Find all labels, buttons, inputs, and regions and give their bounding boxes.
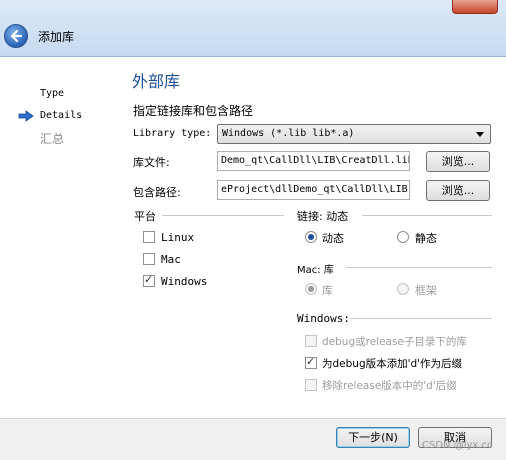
library-type-select[interactable]: Windows (*.lib lib*.a) [217, 124, 491, 144]
windows-group-title: Windows: [297, 312, 350, 325]
library-type-label: Library type: [133, 128, 212, 139]
library-file-input[interactable]: Demo_qt\CallDll\LIB\CreatDll.lib [217, 151, 410, 171]
platform-mac-checkbox[interactable] [143, 253, 155, 265]
close-button[interactable] [452, 0, 498, 14]
chevron-down-icon [476, 132, 484, 137]
linking-static-radio[interactable] [397, 231, 409, 243]
mac-library-label: 库 [322, 284, 333, 297]
mac-group-title: Mac: 库 [297, 265, 334, 276]
mac-framework-radio[interactable] [397, 283, 409, 295]
library-file-browse-button[interactable]: 浏览... [426, 151, 490, 172]
include-path-input[interactable]: eProject\dllDemo_qt\CallDll\LIB [217, 180, 410, 200]
platform-mac-label: Mac [161, 253, 181, 266]
library-file-label: 库文件: [133, 156, 170, 169]
windows-subdir-label: debug或release子目录下的库 [322, 336, 467, 348]
mac-divider [346, 267, 492, 268]
windows-remove-suffix-label: 移除release版本中的'd'后缀 [322, 380, 457, 392]
include-path-label: 包含路径: [133, 186, 181, 199]
windows-divider [350, 318, 492, 319]
windows-debug-suffix-checkbox[interactable] [305, 355, 317, 369]
step-type: Type [40, 88, 65, 99]
include-path-value: eProject\dllDemo_qt\CallDll\LIB [221, 184, 408, 195]
next-button[interactable]: 下一步(N) [336, 427, 410, 448]
include-path-browse-button[interactable]: 浏览... [426, 180, 490, 201]
linking-dynamic-radio[interactable] [305, 231, 317, 243]
watermark: CSDN @lyx.cc [422, 440, 493, 451]
step-summary: 汇总 [40, 132, 65, 146]
linking-dynamic-label: 动态 [322, 232, 344, 245]
platform-linux-label: Linux [161, 231, 195, 244]
title-bar: 添加库 [0, 0, 506, 57]
windows-subdir-checkbox[interactable] [305, 335, 317, 347]
arrow-left-icon [10, 29, 23, 43]
platform-divider [162, 215, 284, 216]
linking-static-label: 静态 [415, 232, 437, 245]
library-type-value: Windows (*.lib lib*.a) [222, 128, 355, 139]
window-title: 添加库 [38, 30, 75, 44]
platform-linux-checkbox[interactable] [143, 231, 155, 243]
library-file-value: Demo_qt\CallDll\LIB\CreatDll.lib [221, 155, 410, 166]
linking-divider [362, 215, 492, 216]
current-step-arrow-icon [18, 110, 34, 122]
windows-remove-suffix-checkbox[interactable] [305, 379, 317, 391]
platform-windows-checkbox[interactable] [143, 273, 155, 287]
mac-library-radio[interactable] [305, 283, 317, 295]
windows-debug-suffix-label: 为debug版本添加'd'作为后缀 [322, 358, 463, 370]
step-details: Details [40, 110, 83, 121]
mac-framework-label: 框架 [415, 284, 437, 297]
page-subtitle: 指定链接库和包含路径 [133, 104, 254, 118]
page-title: 外部库 [132, 72, 181, 91]
back-button[interactable] [4, 24, 28, 48]
linking-group-title: 链接: 动态 [297, 210, 349, 223]
platform-group-title: 平台 [134, 210, 156, 223]
platform-windows-label: Windows [161, 275, 208, 288]
